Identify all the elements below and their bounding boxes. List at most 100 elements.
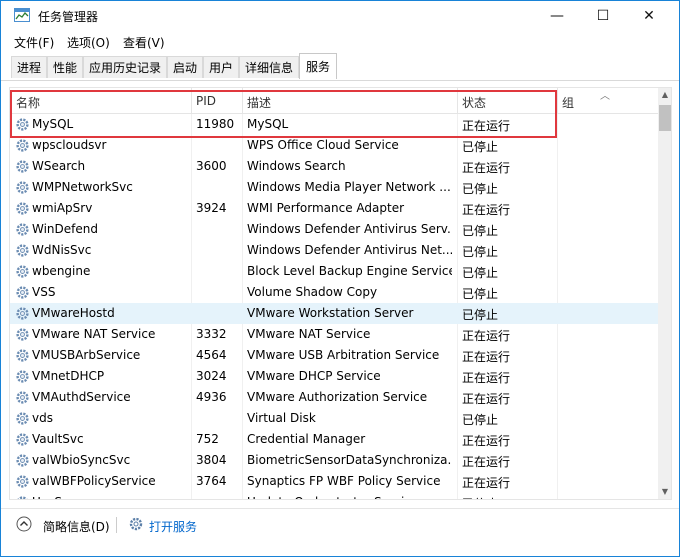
collapse-details-icon[interactable]: [16, 516, 32, 532]
service-description: Windows Search: [247, 159, 346, 173]
service-description: Block Level Backup Engine Service: [247, 264, 452, 278]
service-status: 正在运行: [462, 350, 511, 364]
gear-icon: [15, 285, 30, 300]
service-description: BiometricSensorDataSynchroniza...: [247, 453, 452, 467]
service-status: 正在运行: [462, 203, 511, 217]
service-pid: 3804: [196, 453, 227, 467]
table-row[interactable]: VMAuthdService 4936 VMware Authorization S…: [10, 387, 658, 408]
service-name: VaultSvc: [32, 432, 84, 446]
service-status: 已停止: [462, 140, 499, 154]
service-status: 正在运行: [462, 371, 511, 385]
table-row[interactable]: VMware NAT Service 3332 VMware NAT Service…: [10, 324, 658, 345]
table-row[interactable]: valWbioSyncSvc 3804 BiometricSensorDataSyn…: [10, 450, 658, 471]
task-manager-icon: [14, 8, 30, 22]
gear-icon: [15, 327, 30, 342]
tab-strip: 进程 性能 应用历史记录 启动 用户 详细信息 服务: [1, 53, 679, 81]
service-description: MySQL: [247, 117, 289, 131]
table-row[interactable]: valWBFPolicyService 3764 Synaptics FP WBF …: [10, 471, 658, 492]
service-name: VMware NAT Service: [32, 327, 156, 341]
service-pid: 3024: [196, 369, 227, 383]
table-row[interactable]: UsoSvc Update Orchestrator Service 已停止: [10, 492, 658, 499]
chevron-up-icon[interactable]: ︿: [600, 88, 610, 102]
tab-app-history[interactable]: 应用历史记录: [83, 56, 167, 78]
column-header-name[interactable]: 名称: [16, 94, 40, 111]
gear-icon: [15, 138, 30, 153]
maximize-button[interactable]: ☐: [580, 1, 626, 31]
service-pid: 3924: [196, 201, 227, 215]
scrollbar-thumb[interactable]: [659, 105, 671, 131]
gear-icon: [15, 369, 30, 384]
tab-services[interactable]: 服务: [299, 53, 337, 79]
gear-icon: [15, 264, 30, 279]
service-name: WMPNetworkSvc: [32, 180, 133, 194]
column-header-description[interactable]: 描述: [247, 94, 271, 111]
vertical-scrollbar[interactable]: ▲ ▼: [658, 88, 671, 499]
column-header-status[interactable]: 状态: [462, 94, 486, 111]
column-header-group[interactable]: 组: [562, 94, 574, 111]
gear-icon: [15, 411, 30, 426]
service-pid: 4936: [196, 390, 227, 404]
service-status: 已停止: [462, 413, 499, 427]
gear-icon: [15, 117, 30, 132]
tab-details[interactable]: 详细信息: [239, 56, 299, 78]
service-description: Virtual Disk: [247, 411, 316, 425]
service-description: VMware DHCP Service: [247, 369, 381, 383]
menu-options[interactable]: 选项(O): [67, 34, 110, 51]
scroll-down-icon[interactable]: ▼: [658, 485, 671, 499]
table-row[interactable]: WdNisSvc Windows Defender Antivirus Net..…: [10, 240, 658, 261]
table-row[interactable]: wmiApSrv 3924 WMI Performance Adapter 正在运行: [10, 198, 658, 219]
column-header-pid[interactable]: PID: [196, 94, 216, 108]
menu-view[interactable]: 查看(V): [123, 34, 165, 51]
gear-icon: [15, 432, 30, 447]
table-row[interactable]: VaultSvc 752 Credential Manager 正在运行: [10, 429, 658, 450]
service-pid: 4564: [196, 348, 227, 362]
service-description: WPS Office Cloud Service: [247, 138, 399, 152]
gear-icon: [15, 222, 30, 237]
gear-icon: [15, 306, 30, 321]
service-status: 正在运行: [462, 455, 511, 469]
list-header: 名称 PID 描述 状态 组 ︿: [10, 88, 658, 114]
service-pid: 3600: [196, 159, 227, 173]
service-description: Windows Defender Antivirus Serv...: [247, 222, 452, 236]
table-row[interactable]: WMPNetworkSvc Windows Media Player Networ…: [10, 177, 658, 198]
service-name: VSS: [32, 285, 56, 299]
tab-startup[interactable]: 启动: [167, 56, 203, 78]
table-row[interactable]: WinDefend Windows Defender Antivirus Serv…: [10, 219, 658, 240]
tab-performance[interactable]: 性能: [47, 56, 83, 78]
service-name: wpscloudsvr: [32, 138, 107, 152]
service-description: Volume Shadow Copy: [247, 285, 378, 299]
menu-file[interactable]: 文件(F): [14, 34, 54, 51]
table-row[interactable]: VSS Volume Shadow Copy 已停止: [10, 282, 658, 303]
table-row[interactable]: wpscloudsvr WPS Office Cloud Service 已停止: [10, 135, 658, 156]
table-row[interactable]: MySQL 11980 MySQL 正在运行: [10, 114, 658, 135]
service-name: valWbioSyncSvc: [32, 453, 131, 467]
gear-icon: [15, 159, 30, 174]
gear-icon: [15, 495, 30, 499]
table-row[interactable]: VMwareHostd VMware Workstation Server 已停止: [10, 303, 658, 324]
table-row[interactable]: wbengine Block Level Backup Engine Servic…: [10, 261, 658, 282]
open-services-link[interactable]: 打开服务: [149, 518, 197, 535]
menu-bar: 文件(F) 选项(O) 查看(V): [1, 31, 679, 53]
gear-icon: [15, 201, 30, 216]
service-status: 已停止: [462, 495, 552, 499]
tab-users[interactable]: 用户: [203, 56, 239, 78]
window-title: 任务管理器: [38, 10, 99, 24]
title-bar[interactable]: 任务管理器 — ☐ ✕: [1, 1, 679, 31]
service-name: valWBFPolicyService: [32, 474, 156, 488]
table-row[interactable]: VMnetDHCP 3024 VMware DHCP Service 正在运行: [10, 366, 658, 387]
service-description: WMI Performance Adapter: [247, 201, 405, 215]
table-row[interactable]: vds Virtual Disk 已停止: [10, 408, 658, 429]
minimize-button[interactable]: —: [534, 1, 580, 31]
fewer-details-button[interactable]: 简略信息(D): [43, 518, 110, 535]
gear-icon: [15, 243, 30, 258]
gear-icon: [15, 390, 30, 405]
table-row[interactable]: VMUSBArbService 4564 VMware USB Arbitratio…: [10, 345, 658, 366]
services-list[interactable]: 名称 PID 描述 状态 组 ︿ MySQL 11980 MySQL 正在运行 wpsc…: [9, 87, 672, 500]
tab-processes[interactable]: 进程: [11, 56, 47, 78]
service-description: Synaptics FP WBF Policy Service: [247, 474, 441, 488]
close-button[interactable]: ✕: [626, 1, 672, 31]
gear-icon: [15, 474, 30, 489]
table-row[interactable]: WSearch 3600 Windows Search 正在运行: [10, 156, 658, 177]
scroll-up-icon[interactable]: ▲: [658, 88, 671, 102]
service-status: 正在运行: [462, 119, 511, 133]
